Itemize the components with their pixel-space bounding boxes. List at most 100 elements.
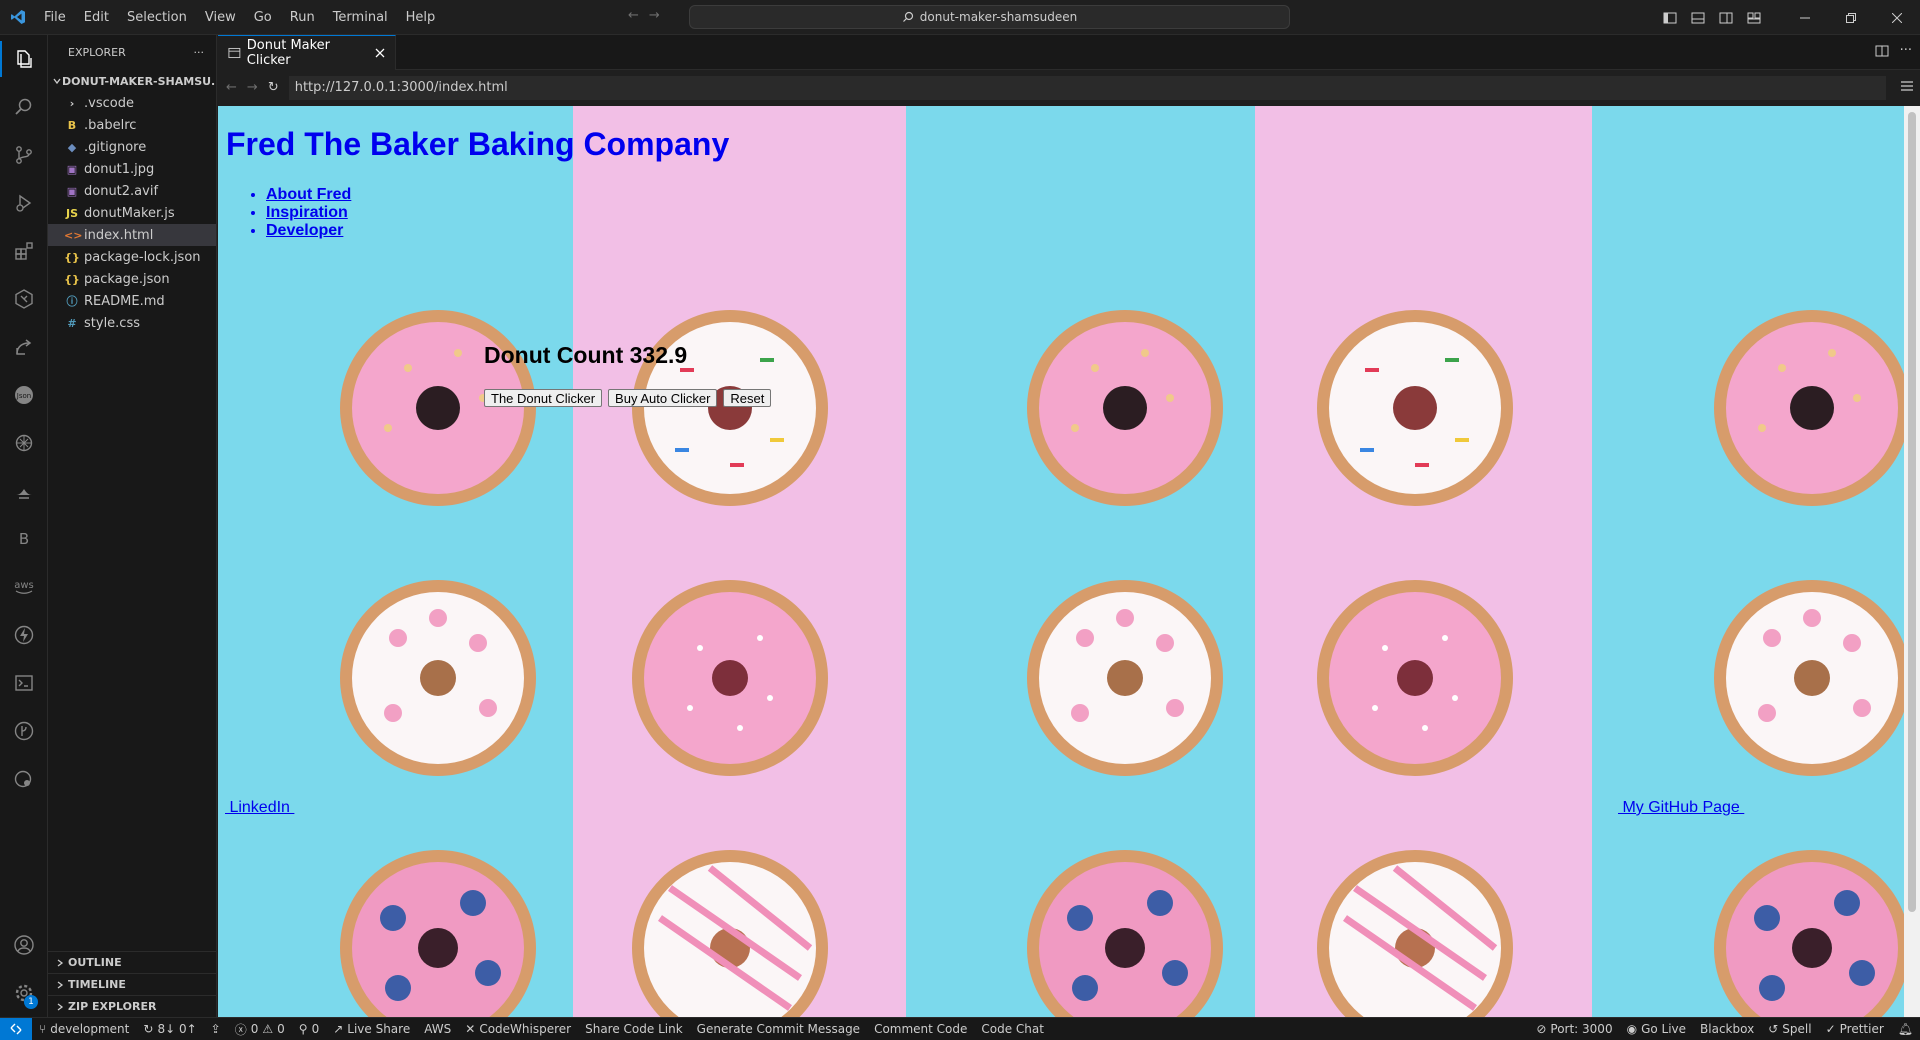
file-package-lock-json[interactable]: {} package-lock.json (48, 246, 216, 268)
remote-indicator-icon[interactable] (0, 1018, 32, 1040)
explorer-sidebar: EXPLORER ··· DONUT-MAKER-SHAMSU... › .vsc… (48, 35, 217, 1017)
forward-arrow-icon[interactable]: → (649, 8, 660, 23)
status-generate-commit-message[interactable]: Generate Commit Message (690, 1018, 867, 1040)
menu-run[interactable]: Run (281, 0, 324, 35)
remote-settings-icon[interactable] (0, 755, 48, 803)
github-link[interactable]: My GitHub Page (1618, 799, 1744, 817)
donut-background-image (340, 310, 1904, 1017)
restore-icon[interactable] (1828, 0, 1874, 35)
file-vscode[interactable]: › .vscode (48, 92, 216, 114)
close-window-icon[interactable] (1874, 0, 1920, 35)
run-debug-icon[interactable] (0, 179, 48, 227)
sync-status[interactable]: ↻ 8↓ 0↑ (136, 1018, 203, 1040)
menu-icon[interactable] (1900, 79, 1914, 97)
aws-icon[interactable]: aws (0, 563, 48, 611)
problems-status[interactable]: ⓧ 0 ⚠ 0 (228, 1018, 292, 1040)
command-center-label: donut-maker-shamsudeen (919, 10, 1078, 24)
linkedin-link[interactable]: LinkedIn (225, 799, 294, 817)
section-outline[interactable]: OUTLINE (48, 951, 217, 973)
source-control-icon[interactable] (0, 131, 48, 179)
workspace-folder[interactable]: DONUT-MAKER-SHAMSU... (48, 70, 216, 92)
scrollbar-thumb[interactable] (1908, 112, 1916, 912)
menu-edit[interactable]: Edit (75, 0, 118, 35)
lightning-icon[interactable] (0, 611, 48, 659)
live-share-icon[interactable] (0, 323, 48, 371)
toggle-primary-sidebar-icon[interactable] (1660, 8, 1680, 28)
donut-clicker-button[interactable]: The Donut Clicker (484, 389, 603, 407)
file-gitignore[interactable]: ◆ .gitignore (48, 136, 216, 158)
status-prettier[interactable]: ✓ Prettier (1819, 1018, 1891, 1040)
manage-gear-icon[interactable]: 1 (0, 969, 48, 1017)
tab-donut-maker-clicker[interactable]: Donut Maker Clicker (218, 35, 396, 70)
more-actions-icon[interactable]: ··· (1900, 43, 1912, 63)
menu-selection[interactable]: Selection (118, 0, 196, 35)
status-label: Live Share (347, 1022, 411, 1036)
section-zip-explorer[interactable]: ZIP EXPLORER (48, 995, 217, 1017)
status-aws[interactable]: AWS (417, 1018, 458, 1040)
status-codewhisperer[interactable]: ✕ CodeWhisperer (458, 1018, 578, 1040)
branch-status[interactable]: ⑂ development (32, 1018, 136, 1040)
extensions-icon[interactable] (0, 227, 48, 275)
chevron-right-icon (52, 958, 68, 968)
json-icon[interactable]: Json (0, 371, 48, 419)
status-port-3000[interactable]: ⊘ Port: 3000 (1529, 1018, 1619, 1040)
file-index-html[interactable]: <> index.html (48, 224, 216, 246)
status-live-share[interactable]: ↗ Live Share (326, 1018, 417, 1040)
blackbox-icon[interactable]: B (0, 515, 48, 563)
toggle-secondary-sidebar-icon[interactable] (1716, 8, 1736, 28)
minimize-icon[interactable] (1782, 0, 1828, 35)
account-icon[interactable] (0, 921, 48, 969)
page-scrollbar[interactable] (1904, 106, 1920, 1017)
back-icon[interactable]: ← (226, 80, 237, 95)
section-timeline[interactable]: TIMELINE (48, 973, 217, 995)
nav-link-inspiration[interactable]: Inspiration (266, 204, 348, 221)
publish-icon[interactable]: ⇪ (204, 1018, 228, 1040)
notifications-bell-icon[interactable]: 🔔︎ (1891, 1018, 1920, 1040)
close-icon[interactable] (372, 45, 387, 61)
nav-link-about-fred[interactable]: About Fred (266, 186, 351, 203)
reload-icon[interactable]: ↻ (268, 80, 279, 95)
ports-status[interactable]: ⚲ 0 (292, 1018, 326, 1040)
forward-icon[interactable]: → (247, 80, 258, 95)
toggle-panel-icon[interactable] (1688, 8, 1708, 28)
status-code-chat[interactable]: Code Chat (974, 1018, 1051, 1040)
json-icon: {} (64, 250, 80, 264)
search-icon[interactable] (0, 83, 48, 131)
file-babelrc[interactable]: B .babelrc (48, 114, 216, 136)
status-share-code-link[interactable]: Share Code Link (578, 1018, 690, 1040)
nav-link-developer[interactable]: Developer (266, 222, 343, 239)
file-donutmaker-js[interactable]: JS donutMaker.js (48, 202, 216, 224)
status-spell[interactable]: ↺ Spell (1761, 1018, 1818, 1040)
status-blackbox[interactable]: Blackbox (1693, 1018, 1761, 1040)
menu-go[interactable]: Go (245, 0, 281, 35)
file-readme-md[interactable]: ⓘ README.md (48, 290, 216, 312)
activity-bar: Json B aws 1 (0, 35, 48, 1017)
git-graph-icon[interactable] (0, 707, 48, 755)
lamp-icon[interactable] (0, 467, 48, 515)
remote-explorer-icon[interactable] (0, 275, 48, 323)
file-style-css[interactable]: # style.css (48, 312, 216, 334)
url-input[interactable]: http://127.0.0.1:3000/index.html (288, 75, 1886, 100)
file-label: donut2.avif (84, 183, 159, 199)
command-center[interactable]: donut-maker-shamsudeen (689, 5, 1290, 29)
reset-button[interactable]: Reset (723, 389, 772, 407)
status-left-items: ↗ Live Share AWS ✕ CodeWhisperer Share Code L… (326, 1018, 1051, 1040)
file-donut1-jpg[interactable]: ▣ donut1.jpg (48, 158, 216, 180)
explorer-icon[interactable] (0, 35, 48, 83)
menu-terminal[interactable]: Terminal (324, 0, 397, 35)
menu-help[interactable]: Help (397, 0, 445, 35)
file-donut2-avif[interactable]: ▣ donut2.avif (48, 180, 216, 202)
more-actions-icon[interactable]: ··· (194, 46, 205, 59)
terminal-icon[interactable] (0, 659, 48, 707)
back-arrow-icon[interactable]: ← (628, 8, 639, 23)
chatgpt-icon[interactable] (0, 419, 48, 467)
simple-browser-toolbar: ← → ↻ http://127.0.0.1:3000/index.html (218, 70, 1920, 105)
file-package-json[interactable]: {} package.json (48, 268, 216, 290)
menu-view[interactable]: View (196, 0, 245, 35)
buy-auto-clicker-button[interactable]: Buy Auto Clicker (608, 389, 718, 407)
customize-layout-icon[interactable] (1744, 8, 1764, 28)
status-go-live[interactable]: ◉ Go Live (1620, 1018, 1693, 1040)
status-comment-code[interactable]: Comment Code (867, 1018, 974, 1040)
split-editor-icon[interactable] (1874, 43, 1890, 63)
menu-file[interactable]: File (35, 0, 75, 35)
